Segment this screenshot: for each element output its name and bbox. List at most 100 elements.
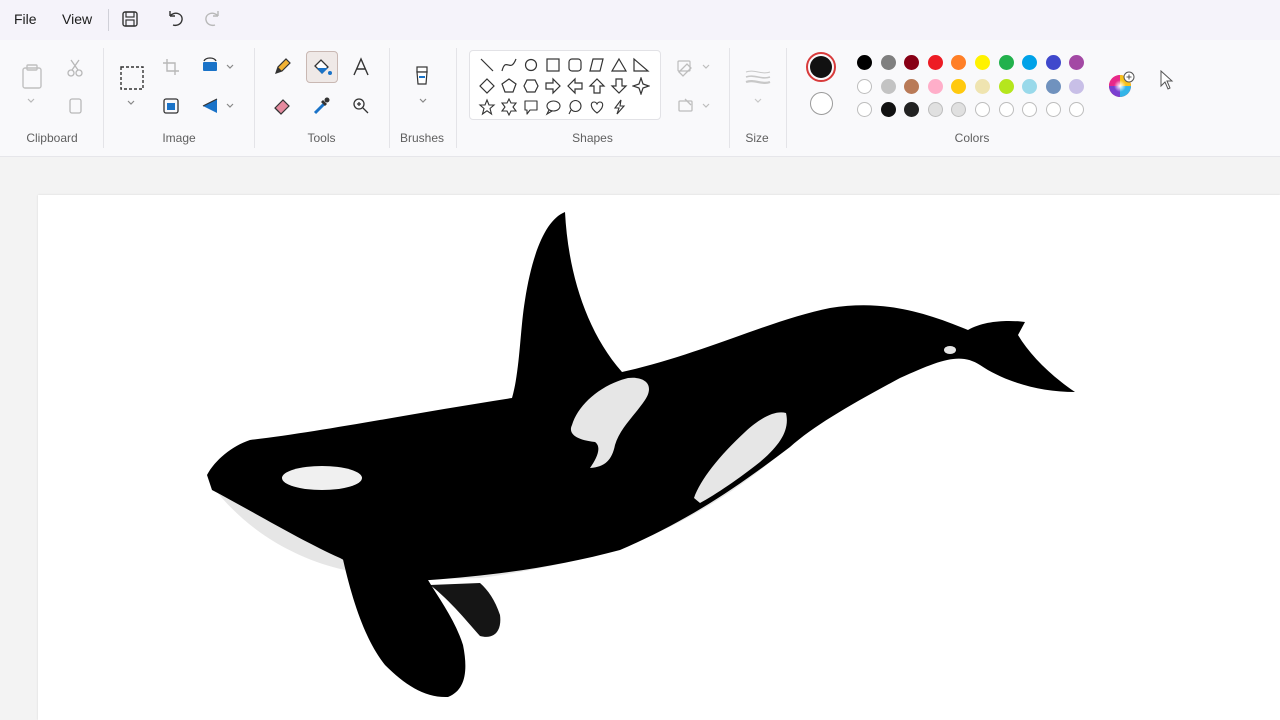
- save-icon[interactable]: [117, 7, 143, 31]
- outline-chevron-down-icon[interactable]: [698, 57, 714, 77]
- file-menu[interactable]: File: [14, 11, 37, 27]
- color-swatch[interactable]: [951, 78, 967, 94]
- color-swatch[interactable]: [880, 55, 896, 70]
- fill-bucket-icon[interactable]: [306, 51, 338, 83]
- secondary-color-button[interactable]: [810, 92, 833, 115]
- diamond-shape-icon[interactable]: [478, 77, 496, 95]
- select-icon[interactable]: [116, 62, 148, 94]
- color-swatch[interactable]: [975, 102, 990, 117]
- four-point-star-shape-icon[interactable]: [631, 76, 651, 96]
- text-icon[interactable]: [346, 52, 376, 82]
- color-swatch[interactable]: [951, 102, 967, 117]
- color-swatch[interactable]: [1022, 102, 1038, 117]
- up-arrow-shape-icon[interactable]: [588, 77, 606, 95]
- mouse-cursor-icon: [1159, 69, 1175, 92]
- lightning-shape-icon[interactable]: [610, 98, 628, 116]
- clipboard-group-label: Clipboard: [26, 131, 78, 145]
- color-swatch[interactable]: [857, 55, 872, 70]
- cloud-callout-shape-icon[interactable]: [566, 98, 584, 116]
- shapes-gallery: [469, 50, 661, 120]
- pencil-icon[interactable]: [267, 52, 297, 82]
- pentagon-shape-icon[interactable]: [500, 77, 518, 95]
- six-point-star-shape-icon[interactable]: [500, 97, 518, 117]
- fill-chevron-down-icon[interactable]: [698, 96, 714, 116]
- copy-icon[interactable]: [60, 91, 90, 121]
- flip-icon[interactable]: [195, 91, 225, 121]
- rounded-rectangle-shape-icon[interactable]: [566, 56, 584, 74]
- heart-shape-icon[interactable]: [588, 98, 606, 116]
- color-picker-icon[interactable]: [306, 91, 336, 121]
- primary-color-button[interactable]: [806, 52, 836, 82]
- shapes-group-label: Shapes: [572, 131, 613, 145]
- triangle-shape-icon[interactable]: [610, 56, 628, 74]
- color-swatch[interactable]: [975, 55, 990, 70]
- oval-callout-shape-icon[interactable]: [544, 98, 562, 116]
- color-swatch[interactable]: [927, 78, 943, 94]
- color-swatch[interactable]: [904, 55, 920, 70]
- color-swatch[interactable]: [880, 78, 896, 94]
- color-swatch[interactable]: [904, 102, 920, 117]
- rotate-icon[interactable]: [195, 52, 225, 82]
- flip-chevron-down-icon[interactable]: [222, 96, 238, 116]
- drawing-canvas[interactable]: [38, 195, 1280, 720]
- five-point-star-shape-icon[interactable]: [478, 98, 496, 116]
- canvas-area[interactable]: [0, 157, 1280, 720]
- brushes-chevron-down-icon[interactable]: [413, 94, 433, 108]
- menu-bar: File View: [0, 0, 1280, 40]
- undo-icon[interactable]: [162, 7, 188, 31]
- color-swatch[interactable]: [951, 55, 967, 70]
- color-swatch[interactable]: [998, 55, 1014, 70]
- line-shape-icon[interactable]: [478, 56, 496, 74]
- color-swatch[interactable]: [927, 55, 943, 70]
- color-swatch[interactable]: [1045, 55, 1061, 70]
- curve-shape-icon[interactable]: [500, 56, 518, 74]
- right-triangle-shape-icon[interactable]: [632, 56, 650, 74]
- color-swatch[interactable]: [1069, 102, 1085, 117]
- rounded-callout-shape-icon[interactable]: [522, 98, 540, 116]
- crop-icon[interactable]: [156, 52, 186, 82]
- color-swatch[interactable]: [998, 102, 1014, 117]
- color-swatch[interactable]: [1022, 55, 1038, 70]
- orca-eye-patch: [282, 466, 362, 490]
- size-icon[interactable]: [742, 64, 774, 90]
- left-arrow-shape-icon[interactable]: [566, 77, 584, 95]
- down-arrow-shape-icon[interactable]: [610, 77, 628, 95]
- polygon-shape-icon[interactable]: [588, 56, 606, 74]
- tools-group-label: Tools: [307, 131, 336, 145]
- color-swatch[interactable]: [1045, 78, 1061, 94]
- color-swatch[interactable]: [998, 78, 1014, 94]
- right-arrow-shape-icon[interactable]: [544, 77, 562, 95]
- oval-shape-icon[interactable]: [522, 56, 540, 74]
- ribbon: Clipboard Image Tools Brushes Shapes Siz…: [0, 40, 1280, 157]
- brushes-group-label: Brushes: [399, 131, 445, 145]
- color-swatch[interactable]: [927, 102, 943, 117]
- color-swatch[interactable]: [1069, 78, 1085, 94]
- color-swatch[interactable]: [904, 78, 920, 94]
- redo-icon[interactable]: [200, 7, 226, 31]
- color-swatch[interactable]: [1022, 78, 1038, 94]
- edit-colors-icon[interactable]: [1106, 70, 1136, 100]
- view-menu[interactable]: View: [62, 11, 92, 27]
- menu-separator: [108, 9, 109, 31]
- color-swatch[interactable]: [880, 102, 896, 117]
- rotate-chevron-down-icon[interactable]: [222, 57, 238, 77]
- magnifier-icon[interactable]: [346, 91, 376, 121]
- paste-chevron-down-icon[interactable]: [21, 94, 41, 108]
- size-group-label: Size: [745, 131, 769, 145]
- paste-icon[interactable]: [16, 60, 48, 94]
- eraser-icon[interactable]: [267, 91, 297, 121]
- color-swatch[interactable]: [1045, 102, 1061, 117]
- color-swatch[interactable]: [975, 78, 990, 94]
- color-swatch[interactable]: [857, 78, 872, 94]
- select-chevron-down-icon[interactable]: [121, 96, 141, 110]
- tail-mark: [944, 346, 956, 354]
- hexagon-shape-icon[interactable]: [522, 77, 540, 95]
- color-swatch[interactable]: [857, 102, 872, 117]
- cut-icon[interactable]: [60, 53, 90, 83]
- rectangle-shape-icon[interactable]: [544, 56, 562, 74]
- resize-icon[interactable]: [156, 91, 186, 121]
- size-chevron-down-icon[interactable]: [748, 94, 768, 108]
- image-group-label: Image: [162, 131, 196, 145]
- color-swatch[interactable]: [1069, 55, 1085, 70]
- brushes-icon[interactable]: [407, 60, 437, 92]
